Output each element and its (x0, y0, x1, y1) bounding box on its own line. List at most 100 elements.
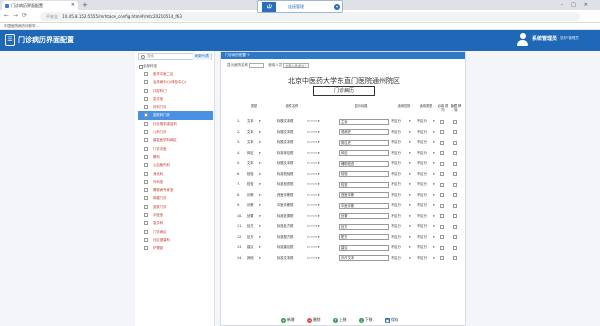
sidebar-item[interactable]: 门诊中医 (138, 145, 213, 153)
type-dropdown-icon[interactable]: ▾ (259, 148, 261, 159)
required-checkbox[interactable] (440, 256, 444, 260)
kind-dropdown-icon[interactable]: ▾ (433, 179, 435, 190)
hidden-checkbox[interactable] (453, 182, 457, 187)
format-options-icon[interactable]: ▭▭▭▾ (307, 211, 320, 222)
nav-buttons[interactable]: ←→⟳ (4, 12, 31, 19)
title-input[interactable]: 检查 (339, 181, 389, 188)
sex-dropdown-icon[interactable]: ▾ (409, 242, 411, 253)
type-dropdown-icon[interactable]: ▾ (259, 127, 261, 138)
format-options-icon[interactable]: ▭▭▭▾ (307, 232, 320, 243)
browser-tab[interactable]: 门诊病历界面配置 × (2, 1, 78, 10)
sex-dropdown-icon[interactable]: ▾ (409, 169, 411, 180)
checkbox-icon[interactable] (144, 221, 148, 226)
type-dropdown-icon[interactable]: ▾ (259, 232, 261, 243)
required-checkbox[interactable] (440, 161, 444, 166)
type-select[interactable]: 文本 (247, 137, 254, 148)
sidebar-item[interactable]: 口腔科门 (138, 87, 213, 95)
kind-select[interactable]: 不区分 (417, 221, 427, 232)
required-checkbox[interactable] (440, 151, 444, 155)
checkbox-icon[interactable] (144, 246, 148, 251)
table-row[interactable]: 2. 文本 标题文本框 不区分 不区分 ▾ ▾ ▾ ▭▭▭▾ 现病史 (237, 127, 463, 138)
hidden-checkbox[interactable] (453, 235, 457, 239)
sidebar-item[interactable]: 皮肤科门诊 (138, 111, 213, 120)
sidebar-item[interactable]: 护理部 (138, 244, 213, 252)
type-select[interactable]: 文本 (247, 158, 254, 169)
component-select[interactable]: 标准体征框 (277, 148, 293, 159)
window-controls[interactable]: –□× (561, 0, 596, 10)
sidebar-item[interactable]: 医学中医二区 (138, 70, 213, 78)
title-input[interactable]: 处置 (339, 213, 389, 219)
type-dropdown-icon[interactable]: ▾ (259, 221, 261, 232)
kind-dropdown-icon[interactable]: ▾ (433, 137, 435, 148)
type-select[interactable]: 诊断 (247, 200, 254, 211)
hidden-checkbox[interactable] (453, 256, 457, 260)
required-checkbox[interactable] (440, 140, 444, 145)
table-row[interactable]: 1. 文本 标题文本框 不区分 不区分 ▾ ▾ ▾ ▭▭▭▾ 主诉 (237, 116, 463, 127)
format-options-icon[interactable]: ▭▭▭▾ (307, 169, 320, 180)
kind-select[interactable]: 不区分 (417, 127, 427, 138)
type-dropdown-icon[interactable]: ▾ (259, 242, 261, 253)
sex-select[interactable]: 不区分 (391, 169, 401, 180)
sex-select[interactable]: 不区分 (391, 232, 401, 243)
format-options-icon[interactable]: ▭▭▭▾ (307, 148, 320, 159)
title-input[interactable]: 主诉 (339, 118, 389, 125)
kind-dropdown-icon[interactable]: ▾ (433, 127, 435, 138)
sidebar-item[interactable]: 肿瘤门诊 (138, 194, 213, 202)
kind-dropdown-icon[interactable]: ▾ (433, 253, 435, 264)
sidebar-item[interactable]: 脾胃病专家室 (138, 186, 213, 194)
hidden-checkbox[interactable] (453, 203, 457, 208)
table-row[interactable]: 11. 处方 标准处方框 不区分 不区分 ▾ ▾ ▾ ▭▭▭▾ 处方 (237, 221, 463, 232)
sex-dropdown-icon[interactable]: ▾ (409, 232, 411, 243)
new-tab-button[interactable]: + (82, 0, 88, 10)
sidebar-item[interactable]: 消化科 (138, 170, 213, 178)
type-select[interactable]: 体征 (247, 148, 254, 159)
address-input[interactable]: 不安全 10.45.8.152:5555/mrhtace_config.html… (40, 12, 580, 21)
kind-dropdown-icon[interactable]: ▾ (433, 169, 435, 180)
kind-select[interactable]: 不区分 (417, 232, 427, 243)
component-select[interactable]: 标题文本框 (277, 158, 293, 169)
required-checkbox[interactable] (440, 214, 444, 218)
table-row[interactable]: 3. 文本 标题文本框 不区分 不区分 ▾ ▾ ▾ ▭▭▭▾ 既往史 (237, 137, 463, 148)
checkbox-icon[interactable] (144, 105, 148, 110)
format-options-icon[interactable]: ▭▭▭▾ (307, 127, 320, 138)
checkbox-icon[interactable] (144, 113, 148, 118)
type-select[interactable]: 检验 (247, 169, 254, 180)
component-select[interactable]: 标准文本框 (277, 253, 293, 264)
kind-select[interactable]: 不区分 (417, 137, 427, 148)
sidebar-item[interactable]: 门诊病区 (138, 228, 213, 236)
hidden-checkbox[interactable] (453, 140, 457, 145)
component-select[interactable]: 标准处置框 (277, 211, 293, 222)
sex-dropdown-icon[interactable]: ▾ (409, 179, 411, 190)
required-checkbox[interactable] (440, 182, 444, 187)
type-select[interactable]: 检查 (247, 179, 254, 190)
component-select[interactable]: 标准配方框 (277, 232, 293, 243)
required-checkbox[interactable] (440, 172, 444, 176)
checkbox-icon[interactable] (144, 196, 148, 201)
sex-select[interactable]: 不区分 (391, 190, 401, 201)
type-dropdown-icon[interactable]: ▾ (259, 200, 261, 211)
format-options-icon[interactable]: ▭▭▭▾ (307, 116, 320, 127)
kind-dropdown-icon[interactable]: ▾ (433, 242, 435, 253)
checkbox-icon[interactable] (144, 188, 148, 193)
tree-root[interactable]: 全部科室 (138, 62, 213, 70)
required-checkbox[interactable] (440, 224, 444, 229)
title-input[interactable]: 检验 (339, 171, 389, 177)
checkbox-icon[interactable] (144, 121, 148, 126)
table-row[interactable]: 14. 其他 标准文本框 不区分 不区分 ▾ ▾ ▾ ▭▭▭▾ 诊疗文本 (237, 253, 463, 264)
checkbox-icon[interactable] (144, 163, 148, 168)
use-person-select[interactable]: 全部人员(默认) (283, 62, 310, 68)
kind-select[interactable]: 不区分 (417, 190, 427, 201)
type-dropdown-icon[interactable]: ▾ (259, 253, 261, 264)
table-row[interactable]: 5. 文本 标题文本框 不区分 不区分 ▾ ▾ ▾ ▭▭▭▾ 辅助检查 (237, 158, 463, 169)
hidden-checkbox[interactable] (453, 172, 457, 176)
floating-widget[interactable]: 山 连接管理 ▾ (257, 0, 343, 13)
kind-select[interactable]: 不区分 (417, 242, 427, 253)
sidebar-item[interactable]: 社区健康科 (138, 236, 213, 244)
sex-select[interactable]: 不区分 (391, 221, 401, 232)
type-dropdown-icon[interactable]: ▾ (259, 190, 261, 201)
title-input[interactable]: 建议 (339, 244, 389, 251)
hidden-checkbox[interactable] (453, 161, 457, 166)
component-select[interactable]: 标准处方框 (277, 221, 293, 232)
table-row[interactable]: 7. 检查 标准检查框 不区分 不区分 ▾ ▾ ▾ ▭▭▭▾ 检查 (237, 179, 463, 190)
user-greeting[interactable]: 您好!管理员 (560, 36, 579, 41)
